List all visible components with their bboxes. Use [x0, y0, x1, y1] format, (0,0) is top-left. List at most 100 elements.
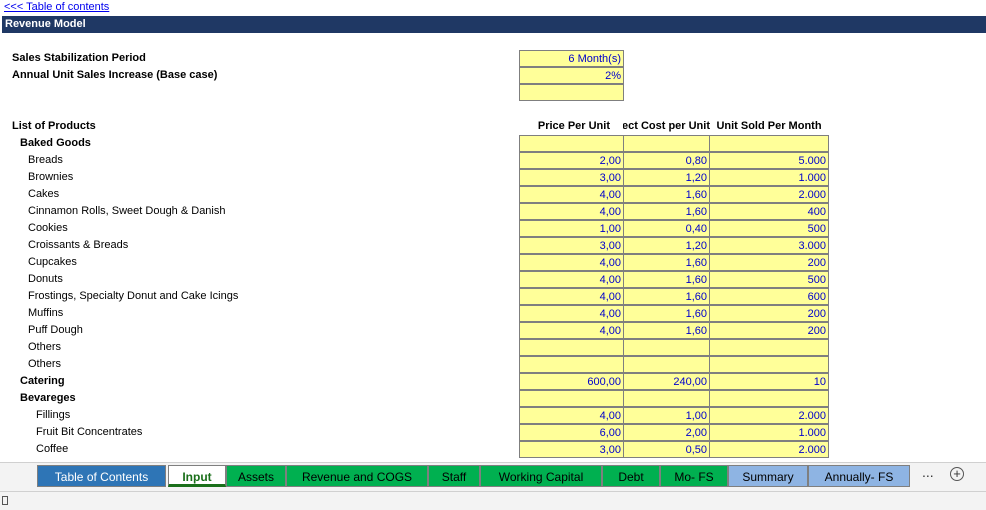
- product-price-cell[interactable]: 4,00: [519, 203, 624, 220]
- product-price-cell[interactable]: 3,00: [519, 169, 624, 186]
- product-cost-cell[interactable]: 0,80: [623, 152, 710, 169]
- baked-group-cost-cell[interactable]: [623, 135, 710, 152]
- tab-working-capital[interactable]: Working Capital: [480, 465, 602, 487]
- tab-staff[interactable]: Staff: [428, 465, 480, 487]
- product-units-cell[interactable]: 200: [709, 322, 829, 339]
- add-sheet-icon[interactable]: +: [950, 467, 964, 481]
- units-header: Unit Sold Per Month: [716, 120, 822, 132]
- section-title: Revenue Model: [2, 16, 986, 33]
- baked-group-units-cell[interactable]: [709, 135, 829, 152]
- price-header: Price Per Unit: [537, 120, 610, 132]
- product-cost-cell[interactable]: 1,60: [623, 254, 710, 271]
- product-price-cell[interactable]: 4,00: [519, 288, 624, 305]
- product-price-cell[interactable]: 1,00: [519, 220, 624, 237]
- product-price-cell[interactable]: 4,00: [519, 186, 624, 203]
- increase-input[interactable]: 2%: [519, 67, 624, 84]
- stabilization-input[interactable]: 6 Month(s): [519, 50, 624, 67]
- tab-mo-fs[interactable]: Mo- FS: [660, 465, 728, 487]
- baked-group-price-cell[interactable]: [519, 135, 624, 152]
- product-name: Others: [28, 358, 62, 370]
- product-units-cell[interactable]: [709, 339, 829, 356]
- beverage-group-cost-cell[interactable]: [623, 390, 710, 407]
- product-name: Breads: [28, 154, 63, 166]
- beverage-price-cell[interactable]: 4,00: [519, 407, 624, 424]
- table-of-contents-link[interactable]: <<< Table of contents: [4, 0, 109, 15]
- product-price-cell[interactable]: 2,00: [519, 152, 624, 169]
- product-name: Cakes: [28, 188, 60, 200]
- product-cost-cell[interactable]: 1,20: [623, 169, 710, 186]
- beverage-price-cell[interactable]: 6,00: [519, 424, 624, 441]
- product-cost-cell[interactable]: 1,20: [623, 237, 710, 254]
- product-units-cell[interactable]: 2.000: [709, 186, 829, 203]
- tab-annually-fs[interactable]: Annually- FS: [808, 465, 910, 487]
- product-cost-cell[interactable]: [623, 339, 710, 356]
- product-price-cell[interactable]: [519, 356, 624, 373]
- beverage-cost-cell[interactable]: 0,50: [623, 441, 710, 458]
- product-price-cell[interactable]: 4,00: [519, 254, 624, 271]
- empty-input[interactable]: [519, 84, 624, 101]
- product-cost-cell[interactable]: [623, 356, 710, 373]
- product-cost-cell[interactable]: 1,60: [623, 186, 710, 203]
- sheet-tab-bar: Table of Contents Input Assets Revenue and …: [0, 462, 986, 491]
- product-name: Frostings, Specialty Donut and Cake Icin…: [28, 290, 239, 302]
- group-catering: Catering: [20, 375, 65, 387]
- beverage-name: Fruit Bit Concentrates: [36, 426, 143, 438]
- status-bar: [0, 491, 986, 510]
- beverage-price-cell[interactable]: 3,00: [519, 441, 624, 458]
- product-cost-cell[interactable]: 1,60: [623, 271, 710, 288]
- tab-debt[interactable]: Debt: [602, 465, 660, 487]
- product-price-cell[interactable]: 4,00: [519, 305, 624, 322]
- product-cost-cell[interactable]: 1,60: [623, 288, 710, 305]
- product-price-cell[interactable]: 4,00: [519, 271, 624, 288]
- product-units-cell[interactable]: 200: [709, 305, 829, 322]
- product-name: Muffins: [28, 307, 64, 319]
- beverage-units-cell[interactable]: 2.000: [709, 441, 829, 458]
- beverage-name: Fillings: [36, 409, 71, 421]
- beverage-group-price-cell[interactable]: [519, 390, 624, 407]
- catering-units-cell[interactable]: 10: [709, 373, 829, 390]
- product-units-cell[interactable]: 400: [709, 203, 829, 220]
- beverage-units-cell[interactable]: 1.000: [709, 424, 829, 441]
- product-name: Cinnamon Rolls, Sweet Dough & Danish: [28, 205, 226, 217]
- product-units-cell[interactable]: 500: [709, 220, 829, 237]
- product-units-cell[interactable]: [709, 356, 829, 373]
- product-price-cell[interactable]: 3,00: [519, 237, 624, 254]
- product-name: Brownies: [28, 171, 74, 183]
- increase-label: Annual Unit Sales Increase (Base case): [12, 69, 218, 81]
- beverage-units-cell[interactable]: 2.000: [709, 407, 829, 424]
- product-units-cell[interactable]: 600: [709, 288, 829, 305]
- product-name: Croissants & Breads: [28, 239, 129, 251]
- product-cost-cell[interactable]: 1,60: [623, 203, 710, 220]
- product-name: Puff Dough: [28, 324, 83, 336]
- product-units-cell[interactable]: 3.000: [709, 237, 829, 254]
- beverage-cost-cell[interactable]: 1,00: [623, 407, 710, 424]
- product-price-cell[interactable]: 4,00: [519, 322, 624, 339]
- catering-cost-cell[interactable]: 240,00: [623, 373, 710, 390]
- beverage-cost-cell[interactable]: 2,00: [623, 424, 710, 441]
- stabilization-label: Sales Stabilization Period: [12, 52, 146, 64]
- tab-summary[interactable]: Summary: [728, 465, 808, 487]
- product-units-cell[interactable]: 1.000: [709, 169, 829, 186]
- beverage-group-units-cell[interactable]: [709, 390, 829, 407]
- catering-price-cell[interactable]: 600,00: [519, 373, 624, 390]
- beverage-name: Coffee: [36, 443, 69, 455]
- list-of-products-label: List of Products: [12, 120, 96, 132]
- product-name: Donuts: [28, 273, 63, 285]
- tab-table-of-contents[interactable]: Table of Contents: [37, 465, 166, 487]
- group-beverages: Bevareges: [20, 392, 76, 404]
- product-units-cell[interactable]: 500: [709, 271, 829, 288]
- sheet-view-icon: [2, 496, 8, 505]
- product-name: Cupcakes: [28, 256, 77, 268]
- tab-assets[interactable]: Assets: [226, 465, 286, 487]
- product-units-cell[interactable]: 5.000: [709, 152, 829, 169]
- product-price-cell[interactable]: [519, 339, 624, 356]
- product-cost-cell[interactable]: 1,60: [623, 305, 710, 322]
- group-baked-goods: Baked Goods: [20, 137, 91, 149]
- product-units-cell[interactable]: 200: [709, 254, 829, 271]
- product-cost-cell[interactable]: 1,60: [623, 322, 710, 339]
- more-tabs-icon[interactable]: ...: [922, 464, 934, 480]
- tab-revenue-and-cogs[interactable]: Revenue and COGS: [286, 465, 428, 487]
- product-cost-cell[interactable]: 0,40: [623, 220, 710, 237]
- product-name: Cookies: [28, 222, 68, 234]
- tab-input[interactable]: Input: [168, 465, 226, 487]
